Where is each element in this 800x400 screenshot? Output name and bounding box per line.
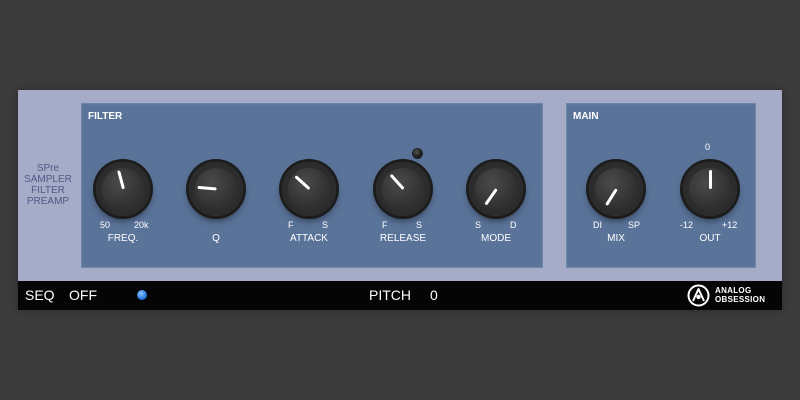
attack-knob-pointer: [293, 175, 311, 191]
attack-max-label: S: [322, 220, 329, 230]
mix-min-label: DI: [593, 220, 602, 230]
out-label: OUT: [699, 233, 721, 244]
filter-indicator-led: [413, 149, 422, 158]
mode-knob-pointer: [483, 188, 498, 206]
out-max-label: +12: [722, 220, 738, 230]
out-knob-pointer: [708, 170, 712, 189]
main-section: MAIN 0 DI SP MIX -12 +12 OUT: [566, 103, 756, 268]
pitch-value[interactable]: 0: [430, 287, 438, 303]
bottom-bar: SEQ OFF PITCH 0 ANALOG OBSESSION: [18, 281, 782, 310]
plugin-name-line-1: SPre: [36, 163, 60, 174]
release-max-label: S: [416, 220, 423, 230]
release-knob-pointer: [389, 173, 405, 191]
analog-obsession-logo-icon: [687, 284, 710, 307]
seq-value[interactable]: OFF: [69, 287, 97, 303]
freq-min-label: 50: [100, 220, 111, 230]
q-knob[interactable]: [189, 162, 243, 216]
attack-min-label: F: [288, 220, 294, 230]
plugin-name-line-2: SAMPLER: [24, 174, 72, 185]
mode-knob[interactable]: [469, 162, 523, 216]
mix-knob[interactable]: [589, 162, 643, 216]
mode-min-label: S: [475, 220, 482, 230]
attack-label: ATTACK: [290, 233, 328, 244]
freq-label: FREQ.: [107, 233, 139, 244]
mix-label: MIX: [607, 233, 625, 244]
seq-label: SEQ: [25, 287, 55, 303]
freq-max-label: 20k: [134, 220, 149, 230]
plugin-name-label: SPre SAMPLER FILTER PREAMP: [18, 163, 78, 207]
mode-max-label: D: [510, 220, 517, 230]
mix-knob-pointer: [604, 188, 618, 206]
plugin-name-line-4: PREAMP: [26, 196, 70, 207]
pitch-label: PITCH: [369, 287, 411, 303]
freq-knob[interactable]: [96, 162, 150, 216]
out-center-label: 0: [705, 142, 711, 152]
release-label: RELEASE: [379, 233, 427, 244]
plugin-panel: SPre SAMPLER FILTER PREAMP FILTER 50 20k…: [18, 90, 782, 310]
q-knob-pointer: [196, 185, 217, 191]
release-min-label: F: [382, 220, 388, 230]
mix-max-label: SP: [628, 220, 641, 230]
logo-line-1: ANALOG: [715, 286, 752, 295]
freq-knob-pointer: [116, 170, 125, 190]
plugin-name-line-3: FILTER: [31, 185, 65, 196]
main-section-title: MAIN: [573, 111, 599, 122]
mode-label: MODE: [481, 233, 511, 244]
out-min-label: -12: [680, 220, 694, 230]
seq-led[interactable]: [137, 290, 147, 300]
filter-section: FILTER 50 20k FREQ. Q F S ATTACK F S REL…: [81, 103, 543, 268]
analog-obsession-logo-text: ANALOG OBSESSION: [715, 286, 765, 304]
q-label: Q: [212, 233, 220, 244]
out-knob[interactable]: [683, 162, 737, 216]
release-knob[interactable]: [376, 162, 430, 216]
filter-section-title: FILTER: [88, 111, 123, 122]
attack-knob[interactable]: [282, 162, 336, 216]
logo-line-2: OBSESSION: [715, 295, 766, 304]
